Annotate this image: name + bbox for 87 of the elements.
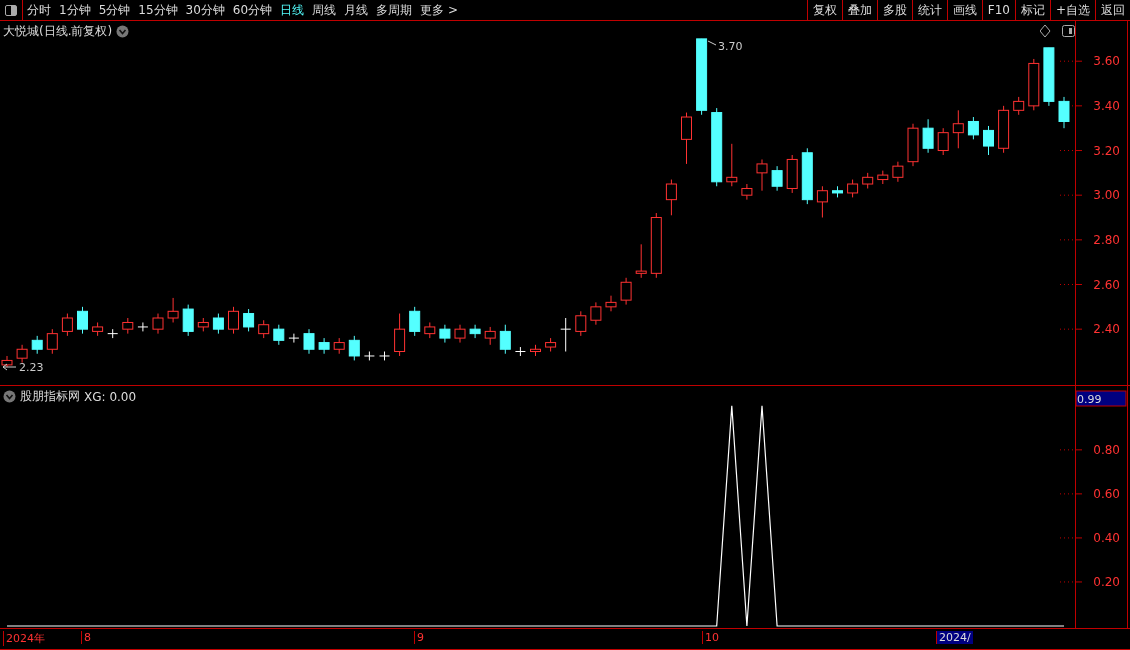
candlestick — [318, 337, 330, 355]
toolbar-button[interactable]: 多股 — [876, 0, 912, 20]
candlestick — [1058, 96, 1070, 129]
date-label: 2024/ — [936, 631, 973, 644]
candlestick — [182, 304, 194, 337]
candlestick — [771, 165, 783, 192]
candlestick — [560, 317, 572, 352]
high-price-label: 3.70 — [718, 40, 743, 53]
candlestick — [137, 321, 149, 332]
date-label: 10 — [702, 631, 721, 644]
candlestick — [892, 161, 904, 183]
candlestick — [46, 328, 58, 355]
indicator-tick-label: 0.40 — [1093, 530, 1120, 545]
period-tab[interactable]: 月线 — [340, 0, 373, 20]
candlestick — [469, 324, 481, 339]
date-label: 9 — [414, 631, 426, 644]
candlestick — [952, 109, 964, 149]
candlestick — [590, 301, 602, 326]
toolbar-button[interactable]: 统计 — [911, 0, 947, 20]
candlestick — [922, 118, 934, 154]
candlestick — [605, 295, 617, 312]
period-tab[interactable]: 周线 — [308, 0, 341, 20]
candlestick — [273, 324, 285, 346]
candlestick — [575, 310, 587, 337]
period-tab[interactable]: 更多 > — [416, 0, 462, 20]
period-tab[interactable]: 60分钟 — [228, 0, 277, 20]
low-price-label: 2.23 — [19, 361, 44, 374]
candlestick — [243, 308, 255, 332]
toolbar-button[interactable]: F10 — [981, 0, 1015, 20]
indicator-name: 股朋指标网 — [20, 388, 80, 405]
leader-line — [707, 40, 717, 46]
period-tab[interactable]: 30分钟 — [181, 0, 229, 20]
candlestick — [741, 183, 753, 201]
price-tick-label: 3.40 — [1093, 98, 1120, 113]
period-tab[interactable]: 日线 — [276, 0, 309, 20]
candlestick — [620, 277, 632, 306]
period-tab[interactable]: 1分钟 — [55, 0, 95, 20]
candlestick — [635, 243, 647, 279]
candlestick — [288, 333, 300, 344]
price-tick-label: 3.00 — [1093, 188, 1120, 203]
toolbar-button[interactable]: 标记 — [1014, 0, 1050, 20]
toolbar-button[interactable]: +自选 — [1049, 0, 1095, 20]
chart-title: 大悦城(日线.前复权) — [3, 23, 113, 40]
candlestick — [967, 116, 979, 140]
candlestick — [816, 185, 828, 219]
diamond-icon[interactable] — [1040, 24, 1051, 38]
price-tick-label: 2.80 — [1093, 232, 1120, 247]
candlestick — [61, 313, 73, 337]
date-label: 8 — [81, 631, 93, 644]
period-tab[interactable]: 5分钟 — [94, 0, 135, 20]
candlestick — [394, 313, 406, 357]
period-tab[interactable]: 15分钟 — [134, 0, 182, 20]
panel-toggle-icon[interactable] — [1062, 25, 1075, 37]
indicator-reading: XG: 0.00 — [84, 389, 137, 404]
toolbar-button[interactable]: 复权 — [806, 0, 842, 20]
candlestick — [499, 324, 511, 355]
candlestick — [983, 125, 994, 156]
toolbar-button[interactable]: 返回 — [1095, 0, 1130, 20]
dropdown-icon[interactable] — [116, 25, 130, 38]
candlestick — [152, 313, 164, 335]
candlestick — [409, 306, 421, 337]
indicator-tick-label: 0.20 — [1093, 574, 1120, 589]
candlestick — [726, 143, 738, 187]
period-tab[interactable]: 分时 — [23, 0, 55, 20]
candlestick — [681, 112, 692, 165]
toolbar-button[interactable]: 画线 — [946, 0, 982, 20]
value-badge: 0.99 — [1075, 390, 1127, 407]
date-label: 2024年 — [3, 631, 47, 646]
candlestick — [937, 127, 949, 156]
period-tab[interactable]: 多周期 — [372, 0, 417, 20]
dropdown-icon[interactable] — [3, 390, 16, 403]
candlestick — [228, 306, 239, 335]
indicator-tick-label: 0.60 — [1093, 486, 1120, 501]
candlestick — [303, 328, 315, 355]
price-tick-label: 2.60 — [1093, 277, 1120, 292]
candlestick — [348, 335, 360, 361]
toolbar-button[interactable]: 叠加 — [841, 0, 877, 20]
indicator-tick-label: 0.80 — [1093, 442, 1120, 457]
price-tick-label: 2.40 — [1093, 322, 1120, 337]
price-tick-label: 3.20 — [1093, 143, 1120, 158]
candlestick — [77, 306, 88, 335]
arrow-icon — [2, 363, 17, 371]
candlestick — [665, 179, 677, 216]
candlestick — [167, 297, 179, 323]
price-tick-label: 3.60 — [1093, 54, 1120, 69]
candlestick — [212, 313, 224, 335]
candlestick — [756, 158, 768, 192]
